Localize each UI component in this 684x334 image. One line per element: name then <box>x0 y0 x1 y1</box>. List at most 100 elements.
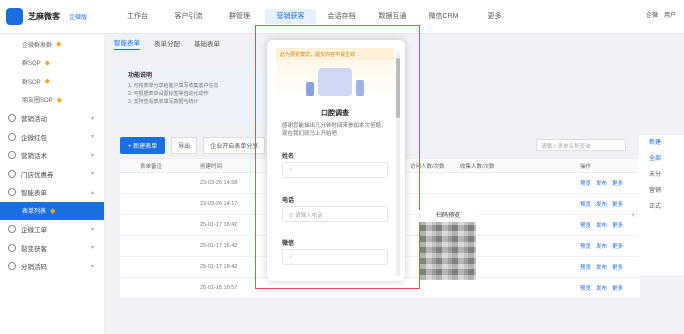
category-panel: 新建 全部 未分 营销 正式 <box>639 135 684 275</box>
chevron-down-icon: ▾ <box>90 226 94 233</box>
more-link[interactable]: 更多 <box>612 223 623 229</box>
sidebar-item-active[interactable]: 表单列表 ◆ <box>0 201 104 220</box>
brand-badge[interactable]: 企微 <box>646 10 658 19</box>
preview-link[interactable]: 预览 <box>580 286 591 292</box>
category-item[interactable]: 正式 <box>639 199 684 215</box>
form-title: 口腔调查 <box>321 110 349 117</box>
category-item[interactable]: 营销 <box>639 183 684 199</box>
more-link[interactable]: 更多 <box>612 202 623 208</box>
phone-input[interactable]: ✆ 请输入电话 <box>282 206 388 222</box>
more-link[interactable]: 更多 <box>612 265 623 271</box>
star-icon: ◆ <box>56 41 62 49</box>
star-icon: ◆ <box>44 78 51 86</box>
sidebar-item[interactable]: 群SOP ◆ <box>0 72 104 91</box>
sidebar-group[interactable]: 智能表单 ▴ <box>0 183 104 202</box>
toolbar: + 新建表单 导出 企业开启表单分享 <box>120 137 266 154</box>
chevron-down-icon: ▾ <box>90 263 94 270</box>
nav-item[interactable]: 更多 <box>469 9 520 24</box>
nav-item[interactable]: 客户引流 <box>163 9 214 24</box>
qr-label: 扫码预览 <box>418 210 478 222</box>
chevron-down-icon: ▾ <box>90 171 94 178</box>
scrollbar-thumb[interactable] <box>396 58 400 118</box>
publish-link[interactable]: 发布 <box>596 286 607 292</box>
publish-link[interactable]: 发布 <box>596 244 607 250</box>
chevron-up-icon: ▴ <box>90 189 94 196</box>
top-right: 企微 用户 <box>646 10 676 19</box>
chevron-down-icon: ▾ <box>90 134 94 141</box>
new-form-button[interactable]: + 新建表单 <box>120 137 166 154</box>
redpacket-icon <box>8 132 16 141</box>
sidebar: 企微群发群 ◆ 群SOP ◆ 群SOP ◆ 朋友圈SOP ◆ 营销活动 ▾ 企微红包 ▾ 营… <box>0 35 105 334</box>
nav-item[interactable]: 工作台 <box>112 9 163 24</box>
logo[interactable]: 芝麻微客 企微版 <box>6 8 87 25</box>
sidebar-group[interactable]: 企微红包 ▾ <box>0 128 104 147</box>
nav-item[interactable]: 微信CRM <box>418 9 469 24</box>
sidebar-item[interactable]: 群SOP ◆ <box>0 54 104 73</box>
more-link[interactable]: 更多 <box>612 181 623 187</box>
app-name: 芝麻微客 <box>28 12 60 21</box>
more-link[interactable]: 更多 <box>612 286 623 292</box>
preview-link[interactable]: 预览 <box>580 244 591 250</box>
sidebar-item[interactable]: 企微群发群 ◆ <box>0 35 104 54</box>
tab-basic-form[interactable]: 基础表单 <box>194 38 220 48</box>
chevron-down-icon: ▾ <box>90 115 94 122</box>
coupon-icon <box>8 169 16 178</box>
star-icon: ◆ <box>50 207 56 215</box>
form-icon <box>8 188 16 197</box>
publish-link[interactable]: 发布 <box>596 265 607 271</box>
qrcode-icon <box>8 262 16 271</box>
sidebar-group[interactable]: 营销活动 ▾ <box>0 109 104 128</box>
tab-smart-form[interactable]: 智能表单 <box>114 37 140 50</box>
form-preview-modal: 此为预览模式，提交内容不会生效 口腔调查 感谢您能抽出几分钟时间来参加本次答题，… <box>267 40 405 281</box>
preview-link[interactable]: 预览 <box>580 265 591 271</box>
sidebar-group[interactable]: 企微工单 ▾ <box>0 220 104 239</box>
script-icon <box>8 151 16 160</box>
banner-illustration <box>306 68 364 96</box>
nav-item[interactable]: 会话存档 <box>316 9 367 24</box>
star-icon: ◆ <box>56 96 63 104</box>
app-edition: 企微版 <box>69 15 88 21</box>
preview-notice: 此为预览模式，提交内容不会生效 <box>276 48 394 60</box>
collapse-icon[interactable]: ‹ <box>632 210 635 219</box>
logo-icon <box>6 8 23 25</box>
sidebar-group[interactable]: 裂变获客 ▾ <box>0 239 104 258</box>
category-item[interactable]: 全部 <box>639 151 684 167</box>
sidebar-group[interactable]: 营销话术 ▾ <box>0 146 104 165</box>
form-banner <box>276 60 394 100</box>
publish-link[interactable]: 发布 <box>596 181 607 187</box>
export-button[interactable]: 导出 <box>171 137 198 154</box>
preview-link[interactable]: 预览 <box>580 223 591 229</box>
search-input[interactable]: 请输入表单名称查询 <box>536 139 626 151</box>
sidebar-item[interactable]: 朋友圈SOP ◆ <box>0 91 104 110</box>
form-preview: 此为预览模式，提交内容不会生效 口腔调查 感谢您能抽出几分钟时间来参加本次答题，… <box>276 48 394 271</box>
form-description: 感谢您能抽出几分钟时间来参加本次答题，现在我们就马上开始吧 <box>282 123 387 137</box>
fission-icon <box>8 243 16 252</box>
name-input[interactable]: ⌂ <box>282 162 388 178</box>
sidebar-group[interactable]: 分销活码 ▾ <box>0 257 104 276</box>
chevron-down-icon: ▾ <box>90 152 94 159</box>
user-menu[interactable]: 用户 <box>664 10 676 19</box>
category-item[interactable]: 未分 <box>639 167 684 183</box>
qr-code <box>420 222 476 280</box>
wechat-input[interactable]: ⌂ <box>282 249 388 265</box>
chat-icon: ⌂ <box>289 254 293 260</box>
ticket-icon <box>8 225 16 234</box>
nav-item[interactable]: 数据互通 <box>367 9 418 24</box>
field-label: 电话 <box>282 198 295 204</box>
page-tabs: 智能表单 表单分配 基础表单 <box>114 35 220 51</box>
tab-form-assign[interactable]: 表单分配 <box>154 38 180 48</box>
chevron-down-icon: ▾ <box>90 245 94 252</box>
nav-item-active[interactable]: 营销获客 <box>265 9 316 24</box>
preview-link[interactable]: 预览 <box>580 181 591 187</box>
star-icon: ◆ <box>44 59 51 67</box>
top-nav: 工作台 客户引流 群管理 营销获客 会话存档 数据互通 微信CRM 更多 <box>112 9 520 24</box>
more-link[interactable]: 更多 <box>612 244 623 250</box>
preview-link[interactable]: 预览 <box>580 202 591 208</box>
scrollbar[interactable] <box>396 52 400 276</box>
publish-link[interactable]: 发布 <box>596 202 607 208</box>
nav-item[interactable]: 群管理 <box>214 9 265 24</box>
field-label: 姓名 <box>282 154 295 160</box>
publish-link[interactable]: 发布 <box>596 223 607 229</box>
new-category-button[interactable]: 新建 <box>639 135 684 151</box>
sidebar-group[interactable]: 门店优惠券 ▾ <box>0 165 104 184</box>
